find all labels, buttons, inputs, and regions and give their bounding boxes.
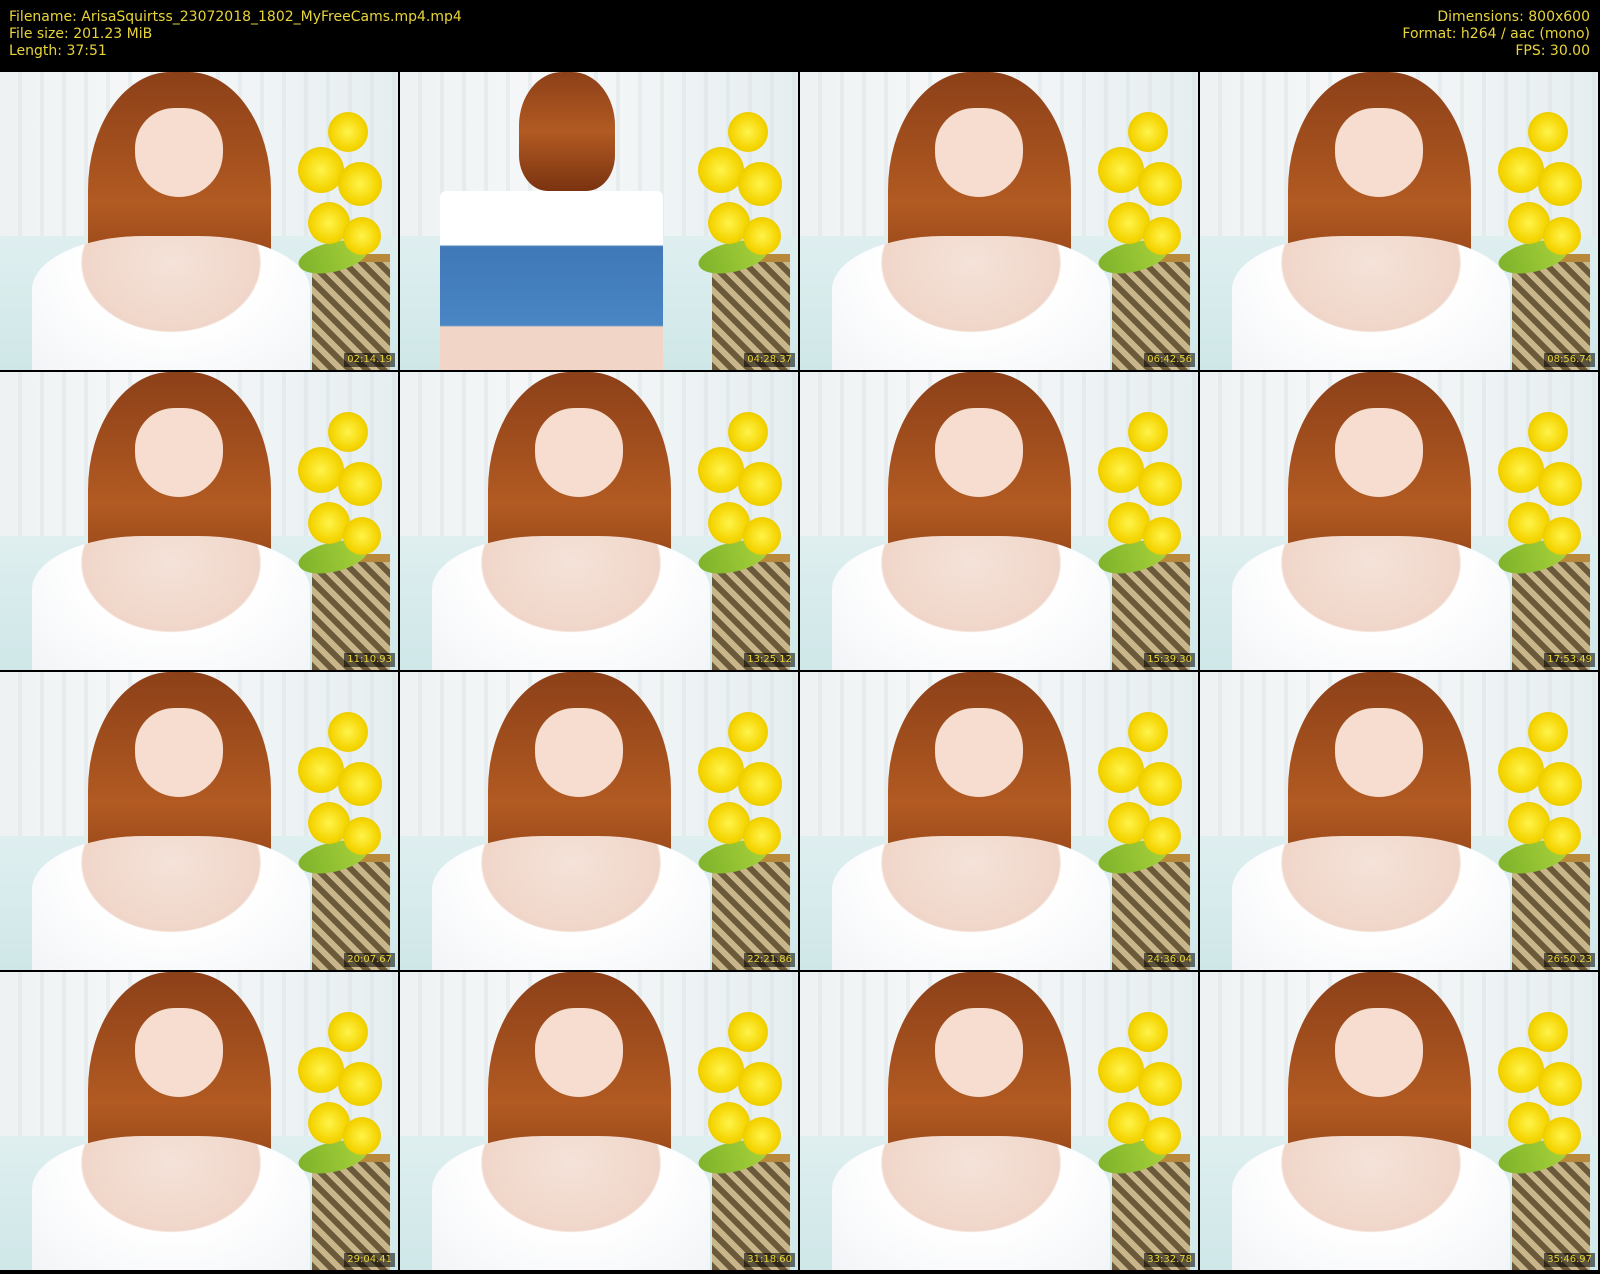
frame-flowers bbox=[288, 402, 398, 572]
filesize-text: File size: 201.23 MiB bbox=[9, 26, 153, 42]
video-frame-thumbnail: 08:56.74 bbox=[1200, 72, 1598, 370]
video-frame-thumbnail: 22:21.86 bbox=[400, 672, 798, 970]
frame-flowers bbox=[1088, 102, 1198, 272]
frame-timestamp: 06:42.56 bbox=[1144, 353, 1195, 367]
frame-timestamp: 15:39.30 bbox=[1144, 653, 1195, 667]
frame-body bbox=[831, 1135, 1111, 1270]
frame-face bbox=[1335, 407, 1423, 498]
frame-body bbox=[431, 535, 711, 670]
frame-face bbox=[535, 707, 623, 798]
frame-timestamp: 02:14.19 bbox=[344, 353, 395, 367]
video-frame-thumbnail: 15:39.30 bbox=[800, 372, 1198, 670]
video-frame-thumbnail: 24:36.04 bbox=[800, 672, 1198, 970]
frame-body bbox=[431, 835, 711, 970]
frame-timestamp: 33:32.78 bbox=[1144, 1253, 1195, 1267]
frame-face bbox=[135, 1007, 223, 1098]
filename-text: Filename: ArisaSquirtss_23072018_1802_My… bbox=[9, 9, 462, 25]
length-text: Length: 37:51 bbox=[9, 43, 107, 59]
frame-timestamp: 04:28.37 bbox=[744, 353, 795, 367]
frame-timestamp: 20:07.67 bbox=[344, 953, 395, 967]
frame-face bbox=[1335, 1007, 1423, 1098]
video-frame-thumbnail: 04:28.37 bbox=[400, 72, 798, 370]
frame-flowers bbox=[1088, 402, 1198, 572]
frame-face bbox=[935, 107, 1023, 198]
frame-body bbox=[439, 191, 663, 370]
frame-flowers bbox=[688, 402, 798, 572]
frame-timestamp: 13:25.12 bbox=[744, 653, 795, 667]
frame-face bbox=[1335, 707, 1423, 798]
frame-flowers bbox=[1088, 702, 1198, 872]
frame-flowers bbox=[1488, 102, 1598, 272]
frame-face bbox=[1335, 107, 1423, 198]
frame-body bbox=[31, 235, 311, 370]
frame-flowers bbox=[288, 102, 398, 272]
thumbnail-grid: 02:14.19 04:28.37 06:42.56 08:56.74 11:10.93… bbox=[0, 72, 1600, 1274]
frame-flowers bbox=[1488, 702, 1598, 872]
video-frame-thumbnail: 02:14.19 bbox=[0, 72, 398, 370]
frame-face bbox=[135, 407, 223, 498]
frame-face bbox=[935, 407, 1023, 498]
frame-flowers bbox=[288, 1002, 398, 1172]
frame-flowers bbox=[688, 1002, 798, 1172]
video-frame-thumbnail: 17:53.49 bbox=[1200, 372, 1598, 670]
frame-body bbox=[1231, 235, 1511, 370]
frame-face bbox=[935, 1007, 1023, 1098]
video-frame-thumbnail: 33:32.78 bbox=[800, 972, 1198, 1270]
frame-flowers bbox=[688, 702, 798, 872]
frame-timestamp: 08:56.74 bbox=[1544, 353, 1595, 367]
video-frame-thumbnail: 11:10.93 bbox=[0, 372, 398, 670]
frame-body bbox=[31, 535, 311, 670]
frame-face bbox=[135, 107, 223, 198]
video-frame-thumbnail: 26:50.23 bbox=[1200, 672, 1598, 970]
frame-flowers bbox=[688, 102, 798, 272]
frame-body bbox=[831, 235, 1111, 370]
frame-body bbox=[31, 835, 311, 970]
frame-timestamp: 35:46.97 bbox=[1544, 1253, 1595, 1267]
frame-flowers bbox=[1488, 1002, 1598, 1172]
frame-timestamp: 24:36.04 bbox=[1144, 953, 1195, 967]
frame-body bbox=[831, 835, 1111, 970]
frame-flowers bbox=[1488, 402, 1598, 572]
video-frame-thumbnail: 31:18.60 bbox=[400, 972, 798, 1270]
video-frame-thumbnail: 29:04.41 bbox=[0, 972, 398, 1270]
frame-hair bbox=[519, 72, 615, 192]
frame-timestamp: 11:10.93 bbox=[344, 653, 395, 667]
frame-flowers bbox=[1088, 1002, 1198, 1172]
frame-face bbox=[535, 1007, 623, 1098]
video-frame-thumbnail: 13:25.12 bbox=[400, 372, 798, 670]
frame-body bbox=[831, 535, 1111, 670]
fps-text: FPS: 30.00 bbox=[1515, 43, 1590, 59]
frame-body bbox=[1231, 535, 1511, 670]
frame-body bbox=[1231, 1135, 1511, 1270]
frame-body bbox=[31, 1135, 311, 1270]
video-frame-thumbnail: 06:42.56 bbox=[800, 72, 1198, 370]
frame-face bbox=[535, 407, 623, 498]
frame-face bbox=[935, 707, 1023, 798]
file-info-right: Dimensions: 800x600 Format: h264 / aac (… bbox=[1402, 9, 1590, 60]
frame-timestamp: 26:50.23 bbox=[1544, 953, 1595, 967]
frame-timestamp: 17:53.49 bbox=[1544, 653, 1595, 667]
frame-body bbox=[431, 1135, 711, 1270]
frame-face bbox=[135, 707, 223, 798]
frame-timestamp: 29:04.41 bbox=[344, 1253, 395, 1267]
file-info-left: Filename: ArisaSquirtss_23072018_1802_My… bbox=[9, 9, 462, 60]
video-frame-thumbnail: 35:46.97 bbox=[1200, 972, 1598, 1270]
contact-sheet-header: Filename: ArisaSquirtss_23072018_1802_My… bbox=[0, 0, 1600, 72]
frame-body bbox=[1231, 835, 1511, 970]
frame-flowers bbox=[288, 702, 398, 872]
dimensions-text: Dimensions: 800x600 bbox=[1437, 9, 1590, 25]
format-text: Format: h264 / aac (mono) bbox=[1402, 26, 1590, 42]
video-frame-thumbnail: 20:07.67 bbox=[0, 672, 398, 970]
frame-timestamp: 31:18.60 bbox=[744, 1253, 795, 1267]
frame-timestamp: 22:21.86 bbox=[744, 953, 795, 967]
